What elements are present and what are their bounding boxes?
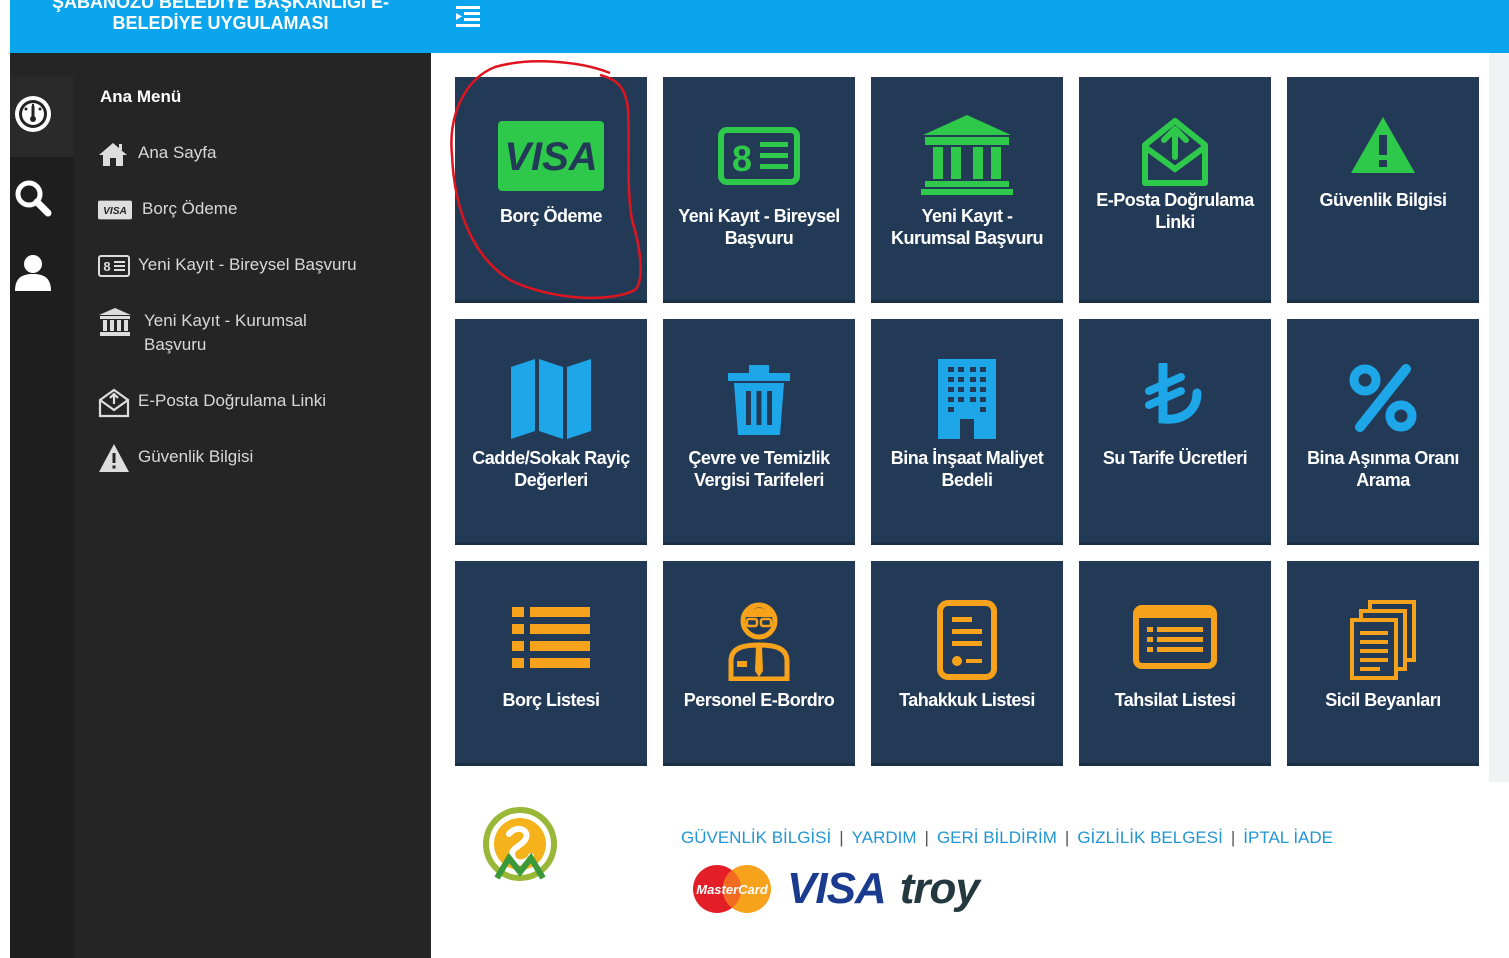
sidebar-item-borc-odeme[interactable]: VISA Borç Ödeme	[98, 197, 237, 223]
content-right-edge	[1489, 53, 1509, 782]
tile-label: Çevre ve Temizlik Vergisi Tarifeleri	[688, 448, 830, 490]
tile-eposta-dogrulama[interactable]: E-Posta Doğrulama Linki	[1079, 77, 1271, 303]
tile-bireysel-basvuru[interactable]: 8 Yeni Kayıt - Bireysel Başvuru	[663, 77, 855, 303]
employee-icon	[663, 599, 855, 681]
lira-icon	[1079, 363, 1271, 429]
map-icon	[455, 357, 647, 441]
sidebar-item-label: Borç Ödeme	[142, 199, 238, 218]
page-footer: GÜVENLİK BİLGİSİ | YARDIM | GERİ BİLDİRİM | Gİ…	[455, 782, 1509, 958]
tile-label: Bina Aşınma Oranı Arama	[1307, 448, 1459, 490]
envelope-open-icon	[1079, 113, 1271, 187]
tile-label: Güvenlik Bilgisi	[1319, 190, 1447, 210]
sidebar-item-label: Güvenlik Bilgisi	[138, 447, 254, 466]
tile-label: Su Tarife Ücretleri	[1102, 448, 1248, 468]
tile-borc-listesi[interactable]: Borç Listesi	[455, 561, 647, 766]
sidebar-item-label: Yeni Kayıt - Bireysel Başvuru	[138, 255, 357, 274]
svg-text:8: 8	[732, 138, 752, 179]
footer-link-guvenlik[interactable]: GÜVENLİK BİLGİSİ	[681, 828, 831, 847]
mastercard-logo: MasterCard	[687, 864, 777, 914]
app-brand[interactable]: ŞABANÖZÜ BELEDİYE BAŞKANLIĞI E- BELEDİYE…	[10, 0, 431, 53]
tile-label: Cadde/Sokak Rayiç Değerleri	[472, 448, 630, 490]
footer-separator: |	[1064, 828, 1070, 847]
icon-sidebar	[10, 53, 74, 958]
footer-link-gizlilik[interactable]: GİZLİLİK BELGESİ	[1077, 828, 1223, 847]
svg-text:VISA: VISA	[504, 135, 597, 179]
home-icon	[98, 141, 132, 167]
side-menu-title: Ana Menü	[100, 87, 182, 106]
bank-icon	[871, 113, 1063, 197]
tile-cadde-sokak[interactable]: Cadde/Sokak Rayiç Değerleri	[455, 319, 647, 545]
tile-borc-odeme[interactable]: VISA Borç Ödeme	[455, 77, 647, 303]
sidebar-item-label: E-Posta Doğrulama Linki	[138, 391, 327, 410]
brand-title-line1: ŞABANÖZÜ BELEDİYE BAŞKANLIĞI E-	[51, 0, 390, 12]
tile-label: Borç Ödeme	[499, 206, 603, 226]
svg-text:8: 8	[103, 259, 110, 274]
svg-text:VISA: VISA	[103, 206, 127, 217]
tile-tahakkuk-listesi[interactable]: Tahakkuk Listesi	[871, 561, 1063, 766]
side-menu: Ana Menü Ana Sayfa VISA Borç Ödeme 8 Yen…	[74, 53, 431, 958]
sidebar-item-eposta[interactable]: E-Posta Doğrulama Linki	[98, 388, 327, 418]
id-card-icon: 8	[98, 253, 132, 279]
tile-label: Yeni Kayıt - Kurumsal Başvuru	[890, 206, 1044, 248]
tile-label: Tahsilat Listesi	[1114, 690, 1236, 710]
payment-card-logos: MasterCard VISA troy	[687, 864, 980, 914]
footer-links: GÜVENLİK BİLGİSİ | YARDIM | GERİ BİLDİRİM | Gİ…	[681, 828, 1333, 848]
percent-icon	[1287, 363, 1479, 433]
user-icon[interactable]	[12, 251, 54, 293]
sidebar-item-guvenlik[interactable]: Güvenlik Bilgisi	[98, 444, 254, 472]
mastercard-text: MasterCard	[696, 882, 769, 897]
tile-bina-asinma[interactable]: Bina Aşınma Oranı Arama	[1287, 319, 1479, 545]
sidebar-item-label: Yeni Kayıt - Kurumsal Başvuru	[144, 311, 307, 354]
tile-tahsilat-listesi[interactable]: Tahsilat Listesi	[1079, 561, 1271, 766]
visa-icon: VISA	[98, 197, 132, 223]
list-icon	[455, 605, 647, 669]
troy-logo: troy	[899, 864, 980, 913]
top-navbar	[431, 0, 1509, 53]
app-window: ŞABANÖZÜ BELEDİYE BAŞKANLIĞI E- BELEDİYE…	[0, 0, 1509, 958]
tile-label: Sicil Beyanları	[1325, 690, 1441, 710]
tile-label: Tahakkuk Listesi	[899, 690, 1035, 710]
building-icon	[871, 357, 1063, 439]
tile-sicil-beyanlari[interactable]: Sicil Beyanları	[1287, 561, 1479, 766]
tile-label: Borç Listesi	[502, 690, 600, 710]
visa-icon: VISA	[455, 121, 647, 191]
warning-icon	[98, 444, 132, 472]
tile-bina-insaat[interactable]: Bina İnşaat Maliyet Bedeli	[871, 319, 1063, 545]
brand-title-line2: BELEDİYE UYGULAMASI	[112, 13, 329, 33]
tile-kurumsal-basvuru[interactable]: Yeni Kayıt - Kurumsal Başvuru	[871, 77, 1063, 303]
receipt-list-icon	[1079, 605, 1271, 669]
envelope-open-icon	[98, 388, 132, 418]
icon-sidebar-top	[10, 53, 74, 77]
sidebar-item-ana-sayfa[interactable]: Ana Sayfa	[98, 141, 216, 167]
tile-cevre-temizlik[interactable]: Çevre ve Temizlik Vergisi Tarifeleri	[663, 319, 855, 545]
sidebar-item-label: Ana Sayfa	[138, 143, 217, 162]
sidebar-item-bireysel[interactable]: 8 Yeni Kayıt - Bireysel Başvuru	[98, 253, 357, 279]
footer-link-iptal-iade[interactable]: İPTAL İADE	[1243, 828, 1333, 847]
dashboard-icon[interactable]	[12, 93, 54, 135]
tile-label: Yeni Kayıt - Bireysel Başvuru	[678, 206, 840, 248]
municipality-logo	[483, 807, 557, 881]
files-icon	[1287, 599, 1479, 681]
tile-su-tarife[interactable]: Su Tarife Ücretleri	[1079, 319, 1271, 545]
footer-link-geri-bildirim[interactable]: GERİ BİLDİRİM	[937, 828, 1057, 847]
sidebar-item-kurumsal[interactable]: Yeni Kayıt - Kurumsal Başvuru	[98, 308, 398, 357]
menu-toggle-icon[interactable]	[455, 4, 481, 28]
footer-link-yardim[interactable]: YARDIM	[852, 828, 917, 847]
tile-guvenlik-bilgisi[interactable]: Güvenlik Bilgisi	[1287, 77, 1479, 303]
tile-label: Bina İnşaat Maliyet Bedeli	[890, 448, 1044, 490]
tile-label: Personel E-Bordro	[683, 690, 835, 710]
visa-logo: VISA	[787, 864, 887, 913]
document-icon	[871, 599, 1063, 681]
footer-separator: |	[839, 828, 844, 847]
search-icon[interactable]	[12, 177, 54, 219]
bank-icon	[98, 308, 138, 336]
warning-icon	[1287, 115, 1479, 175]
footer-separator: |	[1230, 828, 1236, 847]
tile-label: E-Posta Doğrulama Linki	[1096, 190, 1254, 232]
footer-separator: |	[924, 828, 929, 847]
id-card-icon: 8	[663, 127, 855, 185]
tile-personel-bordro[interactable]: Personel E-Bordro	[663, 561, 855, 766]
trash-icon	[663, 363, 855, 437]
